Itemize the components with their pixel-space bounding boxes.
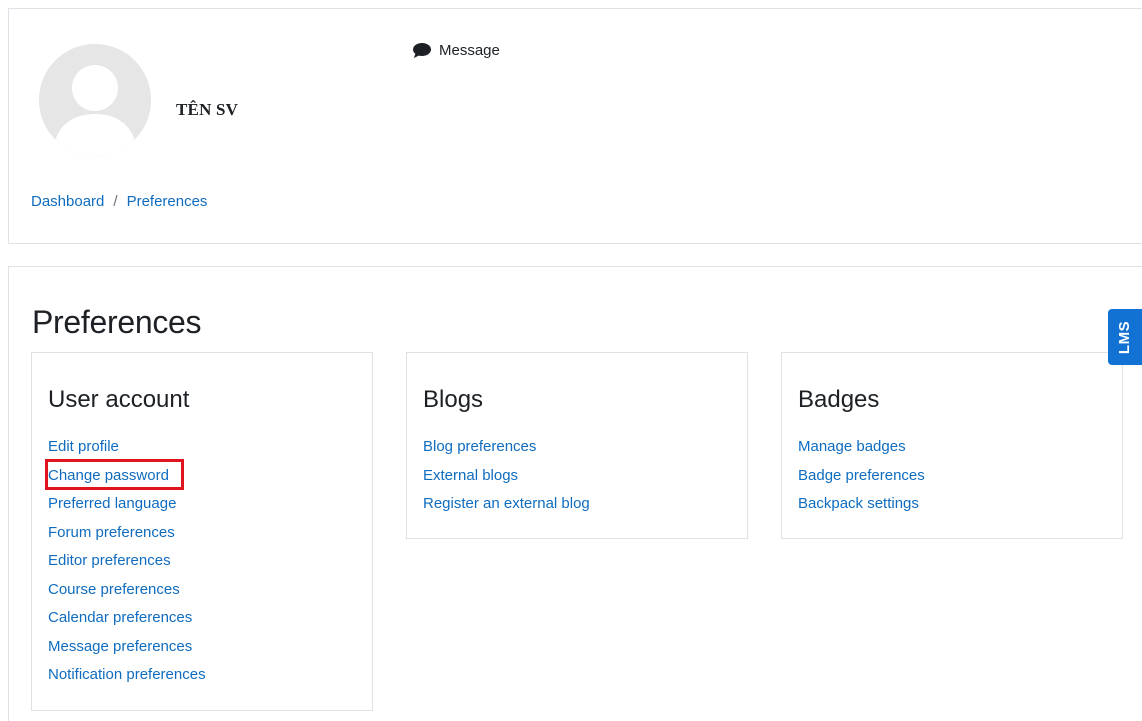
lms-tab-label: LMS (1116, 320, 1134, 354)
message-button[interactable]: Message (412, 42, 500, 59)
external-blogs-link[interactable]: External blogs (423, 467, 518, 484)
main-content: Preferences User account Edit profile Ch… (8, 266, 1142, 721)
list-item: External blogs (423, 462, 590, 491)
list-item: Forum preferences (48, 519, 206, 548)
section-title: User account (48, 386, 190, 413)
list-item: Badge preferences (798, 462, 925, 491)
blog-preferences-link[interactable]: Blog preferences (423, 438, 536, 455)
list-item: Message preferences (48, 633, 206, 662)
list-item: Edit profile (48, 433, 206, 462)
breadcrumb-separator: / (113, 193, 118, 210)
badge-preferences-link[interactable]: Badge preferences (798, 467, 925, 484)
blogs-links: Blog preferences External blogs Register… (423, 433, 590, 519)
list-item: Editor preferences (48, 547, 206, 576)
user-account-links: Edit profile Change password Preferred l… (48, 433, 206, 690)
section-title: Blogs (423, 386, 484, 413)
badges-links: Manage badges Badge preferences Backpack… (798, 433, 925, 519)
list-item: Preferred language (48, 490, 206, 519)
list-item: Change password (48, 462, 206, 491)
page-title: Preferences (32, 304, 202, 340)
breadcrumb: Dashboard / Preferences (31, 193, 207, 210)
list-item: Course preferences (48, 576, 206, 605)
list-item: Register an external blog (423, 490, 590, 519)
editor-preferences-link[interactable]: Editor preferences (48, 552, 171, 569)
section-title: Badges (798, 386, 880, 413)
page: TÊN SV Message Dashboard / Preferences P… (0, 0, 1142, 721)
preferred-language-link[interactable]: Preferred language (48, 495, 176, 512)
calendar-preferences-link[interactable]: Calendar preferences (48, 609, 192, 626)
register-external-blog-link[interactable]: Register an external blog (423, 495, 590, 512)
blogs-section: Blogs Blog preferences External blogs Re… (406, 352, 748, 539)
backpack-settings-link[interactable]: Backpack settings (798, 495, 919, 512)
page-header: TÊN SV Message Dashboard / Preferences (8, 8, 1142, 244)
message-label: Message (439, 42, 500, 59)
list-item: Blog preferences (423, 433, 590, 462)
notification-preferences-link[interactable]: Notification preferences (48, 666, 206, 683)
breadcrumb-dashboard[interactable]: Dashboard (31, 193, 104, 210)
manage-badges-link[interactable]: Manage badges (798, 438, 906, 455)
edit-profile-link[interactable]: Edit profile (48, 438, 119, 455)
list-item: Notification preferences (48, 661, 206, 690)
course-preferences-link[interactable]: Course preferences (48, 581, 180, 598)
change-password-link[interactable]: Change password (48, 467, 169, 484)
lms-side-tab[interactable]: LMS (1108, 309, 1142, 365)
forum-preferences-link[interactable]: Forum preferences (48, 524, 175, 541)
list-item: Backpack settings (798, 490, 925, 519)
badges-section: Badges Manage badges Badge preferences B… (781, 352, 1123, 539)
default-user-avatar-icon[interactable] (39, 44, 151, 156)
message-preferences-link[interactable]: Message preferences (48, 638, 192, 655)
user-fullname: TÊN SV (176, 100, 239, 119)
list-item: Manage badges (798, 433, 925, 462)
list-item: Calendar preferences (48, 604, 206, 633)
user-account-section: User account Edit profile Change passwor… (31, 352, 373, 711)
speech-bubble-icon (412, 42, 432, 59)
breadcrumb-preferences[interactable]: Preferences (127, 193, 208, 210)
